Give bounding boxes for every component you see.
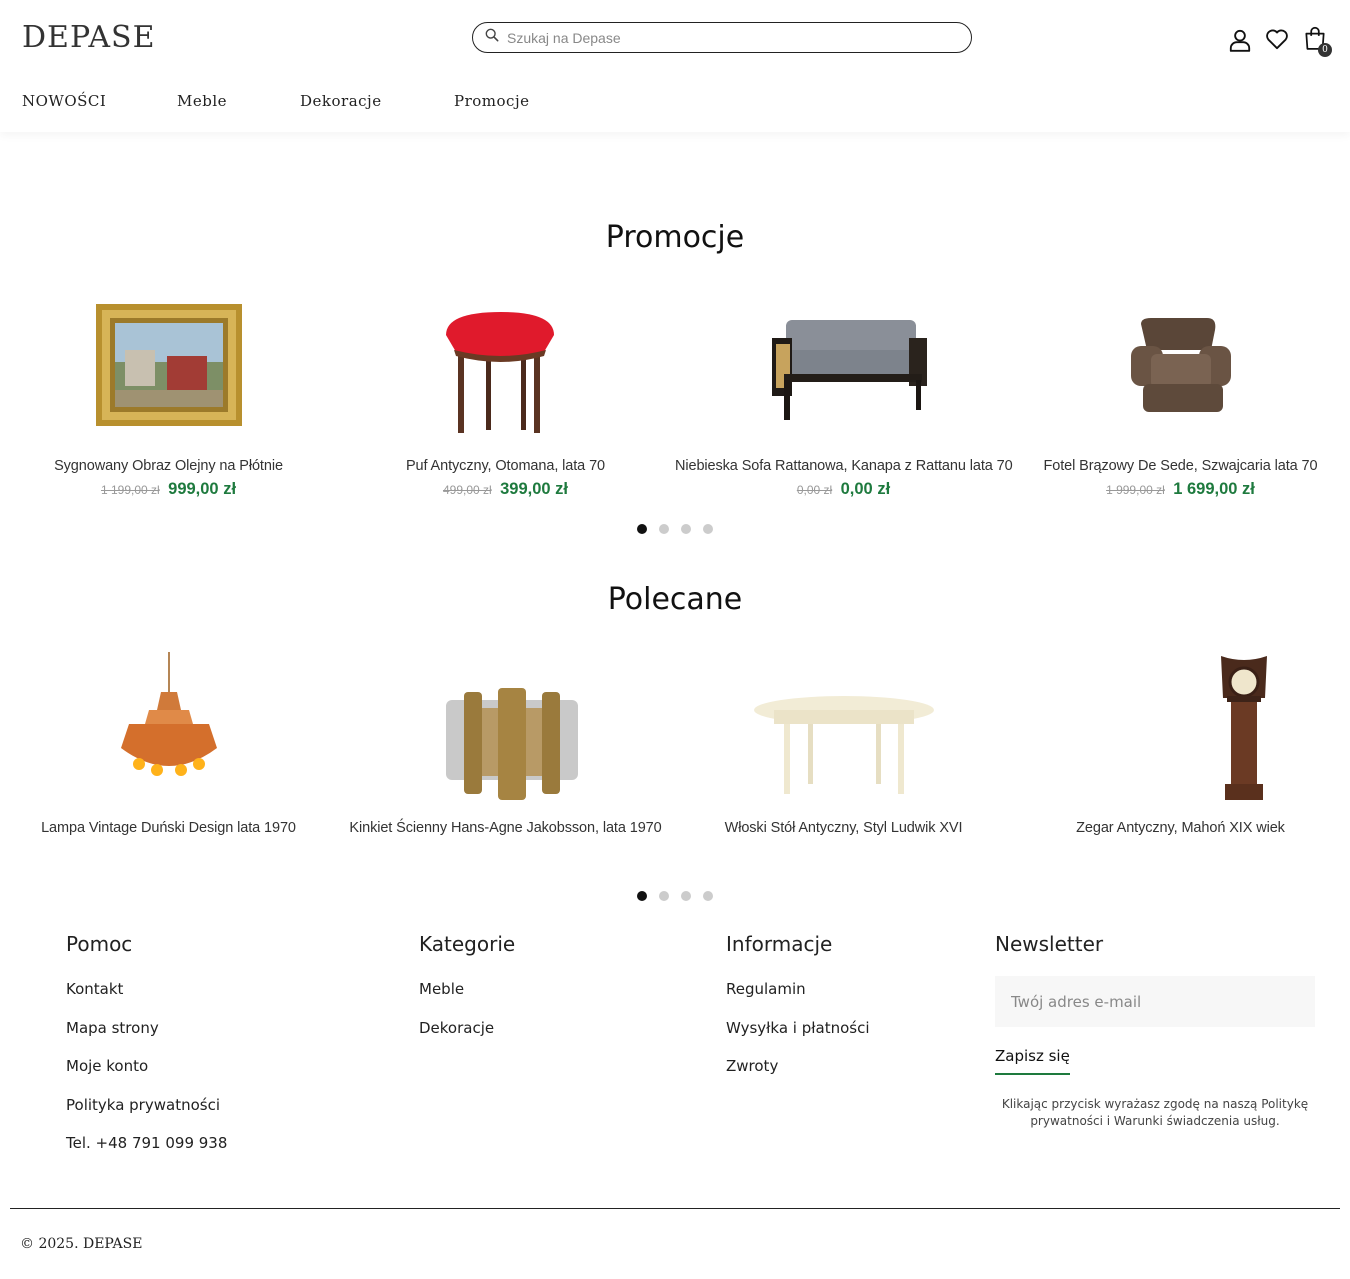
footer-link-wysylka[interactable]: Wysyłka i płatności (726, 1019, 870, 1058)
current-price: 999,00 zł (168, 480, 237, 498)
footer-link-kontakt[interactable]: Kontakt (66, 980, 227, 1019)
section-title-polecane: Polecane (607, 582, 743, 617)
footer-link-zwroty[interactable]: Zwroty (726, 1057, 870, 1096)
footer-divider (10, 1208, 1340, 1209)
product-name[interactable]: Sygnowany Obraz Olejny na Płótnie (0, 458, 337, 474)
product-card[interactable]: Zegar Antyczny, Mahoń XIX wiek (1012, 652, 1349, 836)
product-card[interactable]: Niebieska Sofa Rattanowa, Kanapa z Ratta… (675, 290, 1013, 499)
carousel-dot[interactable] (659, 524, 669, 534)
footer-link-meble[interactable]: Meble (419, 980, 515, 1019)
carousel-dot[interactable] (703, 891, 713, 901)
product-name[interactable]: Lampa Vintage Duński Design lata 1970 (0, 820, 337, 836)
search-icon (485, 28, 499, 47)
product-image-painting (69, 290, 269, 440)
product-card[interactable]: Kinkiet Ścienny Hans-Agne Jakobsson, lat… (337, 652, 674, 836)
product-image-armchair (1081, 290, 1281, 440)
carousel-dot[interactable] (703, 524, 713, 534)
product-card[interactable]: Sygnowany Obraz Olejny na Płótnie 1 199,… (0, 290, 337, 499)
cart-count-badge: 0 (1318, 43, 1332, 57)
product-image-sofa (744, 290, 944, 440)
product-image-clock (1081, 652, 1281, 802)
current-price: 1 699,00 zł (1173, 480, 1255, 498)
product-image-pouf (406, 290, 606, 440)
old-price: 499,00 zł (442, 483, 492, 497)
carousel-dots-promocje (0, 524, 1350, 534)
current-price: 0,00 zł (840, 480, 891, 498)
product-price: 499,00 zł 399,00 zł (337, 480, 674, 499)
footer-link-mapa-strony[interactable]: Mapa strony (66, 1019, 227, 1058)
search-input[interactable] (507, 29, 947, 46)
nav-item-nowosci[interactable]: NOWOŚCI (22, 92, 106, 110)
user-icon[interactable] (1227, 27, 1253, 53)
product-name[interactable]: Fotel Brązowy De Sede, Szwajcaria lata 7… (1012, 458, 1349, 474)
footer-column-pomoc: Pomoc Kontakt Mapa strony Moje konto Pol… (66, 932, 227, 1173)
section-title-promocje: Promocje (605, 220, 745, 255)
newsletter-consent-note: Klikając przycisk wyrażasz zgodę na nasz… (1001, 1097, 1309, 1128)
footer-title: Newsletter (995, 932, 1104, 956)
product-image-sconce (406, 652, 606, 802)
footer-link-moje-konto[interactable]: Moje konto (66, 1057, 227, 1096)
product-name[interactable]: Włoski Stół Antyczny, Styl Ludwik XVI (675, 820, 1012, 836)
nav-item-meble[interactable]: Meble (177, 92, 227, 110)
footer-title: Kategorie (419, 932, 516, 956)
newsletter-subscribe-button[interactable]: Zapisz się (995, 1047, 1070, 1075)
carousel-dots-polecane (0, 891, 1350, 901)
carousel-dot[interactable] (681, 891, 691, 901)
product-name[interactable]: Niebieska Sofa Rattanowa, Kanapa z Ratta… (675, 458, 1013, 474)
footer-column-informacje: Informacje Regulamin Wysyłka i płatności… (726, 932, 870, 1096)
site-header: DEPASE 0 NOWOŚCI Meble Dekoracje Promocj… (0, 0, 1350, 132)
newsletter-email-input[interactable] (995, 976, 1315, 1027)
product-card[interactable]: Fotel Brązowy De Sede, Szwajcaria lata 7… (1012, 290, 1349, 499)
nav-item-promocje[interactable]: Promocje (454, 92, 529, 110)
copyright: © 2025. DEPASE (20, 1236, 143, 1252)
nav-item-dekoracje[interactable]: Dekoracje (300, 92, 382, 110)
product-card[interactable]: Puf Antyczny, Otomana, lata 70 499,00 zł… (337, 290, 674, 499)
old-price: 0,00 zł (796, 483, 833, 497)
carousel-dot[interactable] (681, 524, 691, 534)
carousel-dot[interactable] (637, 524, 647, 534)
carousel-dot[interactable] (659, 891, 669, 901)
current-price: 399,00 zł (500, 480, 569, 498)
logo[interactable]: DEPASE (22, 20, 156, 55)
old-price: 1 999,00 zł (1106, 483, 1165, 497)
footer-link-regulamin[interactable]: Regulamin (726, 980, 870, 1019)
footer-column-kategorie: Kategorie Meble Dekoracje (419, 932, 515, 1057)
product-price: 1 999,00 zł 1 699,00 zł (1012, 480, 1349, 499)
carousel-dot[interactable] (637, 891, 647, 901)
footer-title: Informacje (726, 932, 833, 956)
footer-link-polityka[interactable]: Polityka prywatności (66, 1096, 227, 1135)
product-image-lamp (69, 652, 269, 802)
search-bar[interactable] (472, 22, 972, 53)
product-card[interactable]: Włoski Stół Antyczny, Styl Ludwik XVI (675, 652, 1012, 836)
heart-icon[interactable] (1264, 26, 1290, 52)
product-name[interactable]: Zegar Antyczny, Mahoń XIX wiek (1012, 820, 1349, 836)
footer-title: Pomoc (66, 932, 133, 956)
product-name[interactable]: Puf Antyczny, Otomana, lata 70 (337, 458, 674, 474)
product-price: 0,00 zł 0,00 zł (675, 480, 1012, 499)
product-image-table (744, 652, 944, 802)
product-name[interactable]: Kinkiet Ścienny Hans-Agne Jakobsson, lat… (337, 820, 674, 836)
old-price: 1 199,00 zł (100, 483, 160, 497)
footer-link-phone[interactable]: Tel. +48 791 099 938 (66, 1134, 227, 1173)
product-card[interactable]: Lampa Vintage Duński Design lata 1970 (0, 652, 337, 836)
footer-link-dekoracje[interactable]: Dekoracje (419, 1019, 515, 1058)
footer-column-newsletter: Newsletter (995, 932, 1103, 980)
product-price: 1 199,00 zł 999,00 zł (0, 480, 337, 499)
